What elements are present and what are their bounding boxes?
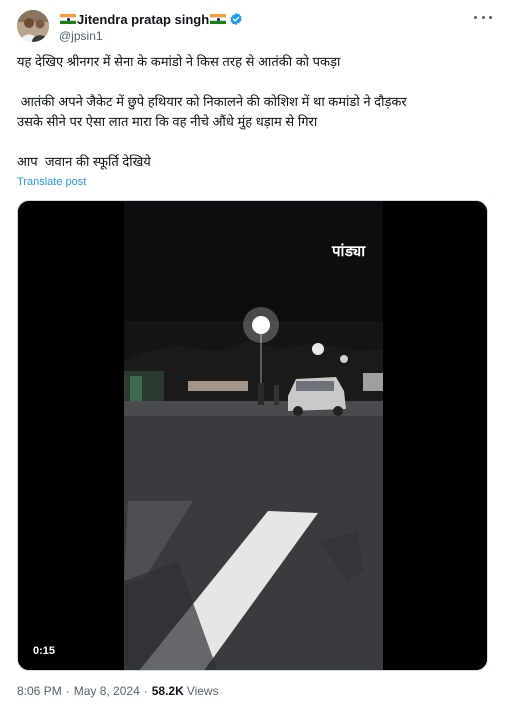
post-metadata: 8:06 PM · May 8, 2024 · 58.2K Views (17, 684, 219, 698)
post-line: यह देखिए श्रीनगर में सेना के कमांडो ने क… (17, 54, 341, 69)
video-watermark: पांड्या (332, 243, 366, 260)
post-line: उसके सीने पर ऐसा लात मारा कि वह नीचे औंध… (17, 114, 318, 129)
separator-dot: · (65, 684, 70, 698)
author-handle[interactable]: @jpsin1 (59, 29, 103, 43)
post-date[interactable]: May 8, 2024 (74, 684, 140, 698)
more-options-icon[interactable] (474, 10, 492, 24)
author-name-row[interactable]: Jitendra pratap singh (59, 10, 243, 28)
post-time[interactable]: 8:06 PM (17, 684, 62, 698)
india-flag-icon (210, 13, 227, 25)
video-frame (18, 201, 487, 670)
verified-badge-icon (230, 12, 242, 26)
views-count: 58.2K (151, 684, 184, 698)
translate-post-link[interactable]: Translate post (17, 176, 86, 188)
separator-dot: · (143, 684, 148, 698)
avatar[interactable] (17, 10, 49, 42)
video-player[interactable]: पांड्या 0:15 (17, 200, 488, 671)
author-name[interactable]: Jitendra pratap singh (77, 12, 209, 27)
tweet: Jitendra pratap singh @jpsin1 यह देखिए श… (0, 0, 507, 710)
avatar-image (17, 10, 49, 42)
post-line: आतंकी अपने जैकेट में छुपे हथियार को निका… (17, 94, 407, 109)
video-duration-badge: 0:15 (27, 642, 62, 660)
views-label: Views (186, 684, 219, 698)
india-flag-icon (60, 13, 76, 25)
post-line: आप जवान की स्फूर्ति देखिये (17, 154, 151, 169)
